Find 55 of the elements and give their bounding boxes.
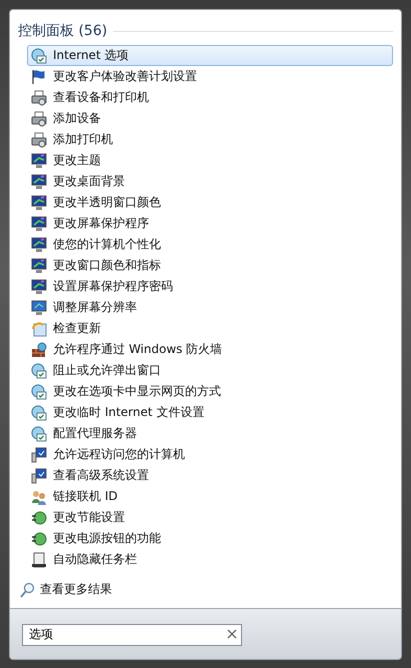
- monitor-icon: [31, 278, 47, 294]
- result-item[interactable]: 允许远程访问您的计算机: [27, 444, 393, 465]
- result-item[interactable]: 链接联机 ID: [27, 486, 393, 507]
- result-item[interactable]: 更改在选项卡中显示网页的方式: [27, 381, 393, 402]
- result-item[interactable]: 更改客户体验改善计划设置: [27, 66, 393, 87]
- firewall-icon: [31, 342, 47, 358]
- printer-icon: [31, 110, 47, 126]
- monitor-icon: [31, 300, 47, 316]
- monitor-icon: [31, 152, 47, 168]
- result-item[interactable]: 更改电源按钮的功能: [27, 528, 393, 549]
- result-item[interactable]: 更改主题: [27, 150, 393, 171]
- result-item[interactable]: 阻止或允许弹出窗口: [27, 360, 393, 381]
- monitor-icon: [31, 174, 47, 190]
- result-item[interactable]: 自动隐藏任务栏: [27, 549, 393, 570]
- search-field[interactable]: 选项: [22, 624, 242, 646]
- result-item[interactable]: 更改窗口颜色和指标: [27, 255, 393, 276]
- computer-icon: [31, 468, 47, 484]
- result-item[interactable]: 更改临时 Internet 文件设置: [27, 402, 393, 423]
- globe-check-icon: [31, 404, 47, 420]
- result-item[interactable]: 更改屏幕保护程序: [27, 213, 393, 234]
- flag-icon: [31, 68, 47, 84]
- result-item[interactable]: 查看高级系统设置: [27, 465, 393, 486]
- globe-check-icon: [31, 48, 47, 64]
- result-item[interactable]: 更改桌面背景: [27, 171, 393, 192]
- search-icon: [20, 582, 35, 598]
- result-item[interactable]: 更改节能设置: [27, 507, 393, 528]
- see-more-results-link[interactable]: 查看更多结果: [40, 581, 112, 598]
- result-item[interactable]: 配置代理服务器: [27, 423, 393, 444]
- monitor-icon: [31, 236, 47, 252]
- taskbar-icon: [31, 552, 47, 568]
- globe-check-icon: [31, 362, 47, 378]
- clear-icon[interactable]: [227, 629, 237, 639]
- result-item[interactable]: 调整屏幕分辨率: [27, 297, 393, 318]
- result-item[interactable]: 使您的计算机个性化: [27, 234, 393, 255]
- monitor-icon: [31, 194, 47, 210]
- monitor-icon: [31, 216, 47, 232]
- result-item[interactable]: 添加打印机: [27, 129, 393, 150]
- power-plug-icon: [31, 510, 47, 526]
- result-item[interactable]: 更改半透明窗口颜色: [27, 192, 393, 213]
- result-item[interactable]: 设置屏幕保护程序密码: [27, 276, 393, 297]
- users-icon: [31, 488, 47, 504]
- result-item[interactable]: 检查更新: [27, 318, 393, 339]
- power-plug-icon: [31, 530, 47, 546]
- group-title: 控制面板 (56): [18, 22, 108, 40]
- printer-icon: [31, 90, 47, 106]
- result-item[interactable]: Internet 选项: [27, 45, 393, 66]
- update-icon: [31, 320, 47, 336]
- globe-check-icon: [31, 384, 47, 400]
- result-item[interactable]: 添加设备: [27, 108, 393, 129]
- result-item[interactable]: 允许程序通过 Windows 防火墙: [27, 339, 393, 360]
- computer-icon: [31, 446, 47, 462]
- printer-icon: [31, 132, 47, 148]
- monitor-icon: [31, 258, 47, 274]
- globe-check-icon: [31, 426, 47, 442]
- result-item[interactable]: 查看设备和打印机: [27, 87, 393, 108]
